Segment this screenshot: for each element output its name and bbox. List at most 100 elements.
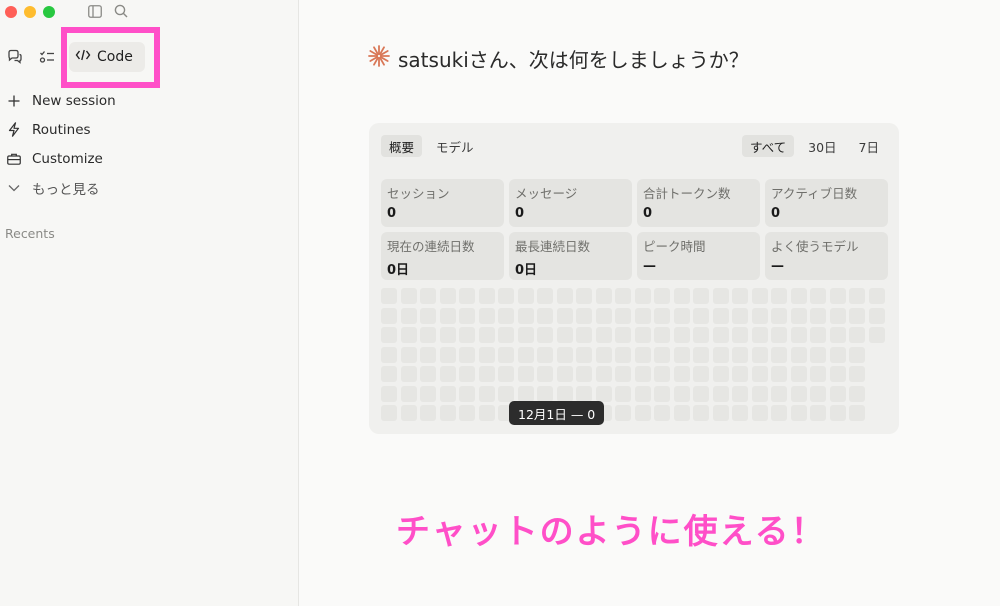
heatmap-cell[interactable] <box>810 385 826 402</box>
heatmap-cell[interactable] <box>517 346 534 363</box>
heatmap-cell[interactable] <box>537 385 553 402</box>
heatmap-cell[interactable] <box>615 327 631 343</box>
heatmap-cell[interactable] <box>459 288 475 304</box>
heatmap-cell[interactable] <box>829 327 846 343</box>
heatmap-cell[interactable] <box>517 327 534 343</box>
heatmap-cell[interactable] <box>654 307 670 324</box>
heatmap-cell[interactable] <box>673 405 690 421</box>
heatmap-cell[interactable] <box>517 366 534 382</box>
heatmap-cell[interactable] <box>810 327 826 343</box>
tab-overview[interactable]: 概要 <box>381 135 423 157</box>
heatmap-cell[interactable] <box>868 288 885 304</box>
tab-range-30d[interactable]: 30日 <box>800 135 844 157</box>
heatmap-cell[interactable] <box>654 366 670 382</box>
heatmap-cell[interactable] <box>849 327 865 343</box>
heatmap-cell[interactable] <box>478 307 495 324</box>
heatmap-cell[interactable] <box>693 288 709 304</box>
heatmap-cell[interactable] <box>771 346 787 363</box>
heatmap-cell[interactable] <box>771 405 787 421</box>
heatmap-cell[interactable] <box>634 288 651 304</box>
heatmap-cell[interactable] <box>849 366 865 382</box>
heatmap-cell[interactable] <box>381 405 397 421</box>
heatmap-cell[interactable] <box>693 307 709 324</box>
tasks-icon[interactable] <box>37 47 57 67</box>
heatmap-cell[interactable] <box>712 307 729 324</box>
heatmap-cell[interactable] <box>576 385 592 402</box>
heatmap-cell[interactable] <box>634 327 651 343</box>
heatmap-cell[interactable] <box>732 366 748 382</box>
heatmap-cell[interactable] <box>615 346 631 363</box>
heatmap-cell[interactable] <box>498 385 514 402</box>
heatmap-cell[interactable] <box>439 327 456 343</box>
heatmap-cell[interactable] <box>790 405 807 421</box>
code-mode-button[interactable]: Code <box>69 42 145 72</box>
heatmap-cell[interactable] <box>517 385 534 402</box>
heatmap-cell[interactable] <box>459 346 475 363</box>
heatmap-cell[interactable] <box>790 366 807 382</box>
heatmap-cell[interactable] <box>400 327 417 343</box>
search-icon[interactable] <box>114 4 128 18</box>
heatmap-cell[interactable] <box>420 307 436 324</box>
heatmap-cell[interactable] <box>595 307 612 324</box>
heatmap-cell[interactable] <box>654 346 670 363</box>
heatmap-cell[interactable] <box>478 366 495 382</box>
heatmap-cell[interactable] <box>849 346 865 363</box>
heatmap-cell[interactable] <box>381 307 397 324</box>
tab-range-all[interactable]: すべて <box>742 135 795 157</box>
heatmap-cell[interactable] <box>439 346 456 363</box>
heatmap-cell[interactable] <box>771 385 787 402</box>
heatmap-cell[interactable] <box>771 327 787 343</box>
heatmap-cell[interactable] <box>595 288 612 304</box>
heatmap-cell[interactable] <box>673 385 690 402</box>
heatmap-cell[interactable] <box>790 327 807 343</box>
heatmap-cell[interactable] <box>829 385 846 402</box>
heatmap-cell[interactable] <box>810 366 826 382</box>
heatmap-cell[interactable] <box>615 307 631 324</box>
heatmap-cell[interactable] <box>693 405 709 421</box>
heatmap-cell[interactable] <box>556 307 573 324</box>
heatmap-cell[interactable] <box>790 346 807 363</box>
heatmap-cell[interactable] <box>634 307 651 324</box>
minimize-window-button[interactable] <box>24 6 36 18</box>
heatmap-cell[interactable] <box>537 346 553 363</box>
heatmap-cell[interactable] <box>771 307 787 324</box>
heatmap-cell[interactable] <box>829 366 846 382</box>
heatmap-cell[interactable] <box>498 327 514 343</box>
heatmap-cell[interactable] <box>654 385 670 402</box>
heatmap-cell[interactable] <box>810 405 826 421</box>
heatmap-cell[interactable] <box>381 366 397 382</box>
heatmap-cell[interactable] <box>517 307 534 324</box>
heatmap-cell[interactable] <box>732 288 748 304</box>
heatmap-cell[interactable] <box>849 307 865 324</box>
heatmap-cell[interactable] <box>595 346 612 363</box>
heatmap-cell[interactable] <box>615 385 631 402</box>
heatmap-cell[interactable] <box>732 405 748 421</box>
heatmap-cell[interactable] <box>712 346 729 363</box>
heatmap-cell[interactable] <box>634 405 651 421</box>
heatmap-cell[interactable] <box>381 288 397 304</box>
zoom-window-button[interactable] <box>43 6 55 18</box>
heatmap-cell[interactable] <box>420 346 436 363</box>
heatmap-cell[interactable] <box>439 366 456 382</box>
heatmap-cell[interactable] <box>498 346 514 363</box>
heatmap-cell[interactable] <box>712 405 729 421</box>
heatmap-cell[interactable] <box>576 327 592 343</box>
tab-range-7d[interactable]: 7日 <box>851 135 887 157</box>
heatmap-cell[interactable] <box>459 327 475 343</box>
heatmap-cell[interactable] <box>615 366 631 382</box>
heatmap-cell[interactable] <box>478 327 495 343</box>
heatmap-cell[interactable] <box>420 327 436 343</box>
heatmap-cell[interactable] <box>556 288 573 304</box>
heatmap-cell[interactable] <box>751 385 768 402</box>
heatmap-cell[interactable] <box>595 366 612 382</box>
sidebar-item-routines[interactable]: Routines <box>0 115 299 144</box>
heatmap-cell[interactable] <box>673 327 690 343</box>
heatmap-cell[interactable] <box>751 327 768 343</box>
heatmap-cell[interactable] <box>459 385 475 402</box>
heatmap-cell[interactable] <box>673 307 690 324</box>
heatmap-cell[interactable] <box>420 288 436 304</box>
heatmap-cell[interactable] <box>381 346 397 363</box>
heatmap-cell[interactable] <box>576 307 592 324</box>
chat-icon[interactable] <box>5 47 25 67</box>
heatmap-cell[interactable] <box>537 327 553 343</box>
